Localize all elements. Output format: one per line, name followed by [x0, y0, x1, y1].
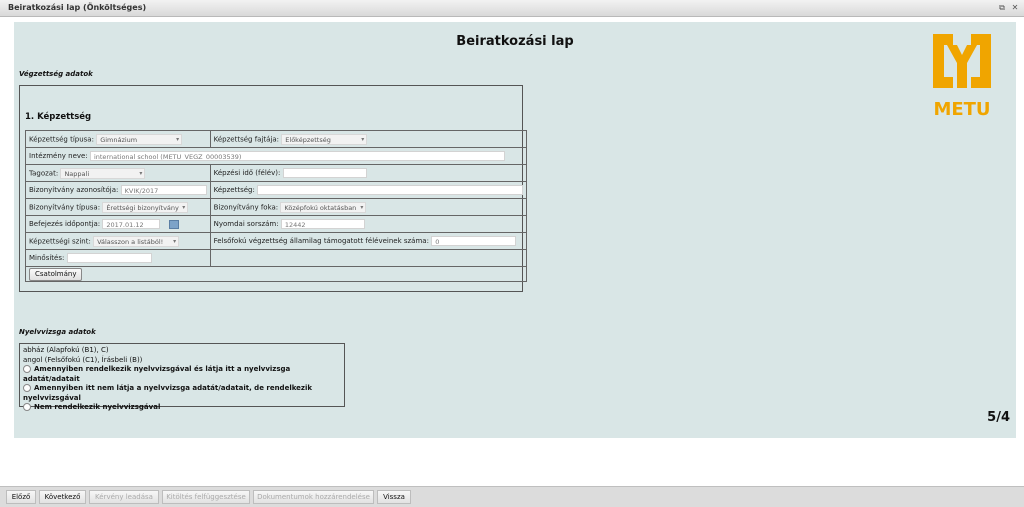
radio-button[interactable] [23, 384, 31, 392]
cert-type-select[interactable]: Érettségi bizonyítvány ▾ [102, 201, 189, 213]
semesters-field[interactable]: 0 [431, 236, 517, 246]
window-titlebar: Beiratkozási lap (Önköltséges) ⧉ ✕ [0, 0, 1024, 17]
duration-label: Képzési idő (félév): [213, 169, 281, 177]
language-section-title: Nyelvvizsga adatok [19, 328, 96, 336]
qual-type-select[interactable]: Gimnázium ▾ [96, 133, 183, 145]
restore-icon[interactable]: ⧉ [997, 3, 1007, 13]
language-option-none[interactable]: Nem rendelkezik nyelvvizsgával [23, 403, 341, 413]
back-button[interactable]: Vissza [377, 490, 411, 504]
table-row: Bizonyítvány típusa: Érettségi bizonyítv… [25, 198, 528, 216]
grade-field[interactable] [66, 253, 152, 263]
table-row: Intézmény neve: international school (ME… [24, 147, 528, 165]
table-row: Bizonyítvány azonosítója: KVIK/2017 Képz… [25, 181, 528, 199]
education-subtitle: 1. Képzettség [25, 112, 92, 122]
table-row: Minősítés: [25, 249, 528, 267]
submit-button[interactable]: Kérvény leadása [89, 490, 159, 504]
table-row: Képzettség típusa: Gimnázium ▾ Képzettség… [25, 130, 528, 148]
institution-label: Intézmény neve: [29, 152, 88, 160]
chevron-down-icon: ▾ [361, 135, 365, 143]
education-table: Képzettség típusa: Gimnázium ▾ Képzettség… [24, 130, 528, 282]
institution-field[interactable]: international school (METU_VEGZ_00003539… [89, 151, 505, 161]
close-icon[interactable]: ✕ [1010, 3, 1020, 13]
cert-type-label: Bizonyítvány típusa: [29, 203, 101, 211]
chevron-down-icon: ▾ [360, 203, 364, 211]
bottom-nav-bar: Előző Következő Kérvény leadása Kitöltés… [0, 486, 1024, 507]
attach-documents-button[interactable]: Dokumentumok hozzárendelése [253, 490, 374, 504]
qual-level-label: Képzettségi szint: [29, 237, 91, 245]
qualification-field[interactable] [257, 185, 524, 195]
qual-kind-label: Képzettség fajtája: [213, 135, 280, 143]
prev-button[interactable]: Előző [6, 490, 36, 504]
page-indicator: 5/4 [987, 410, 1010, 425]
chevron-down-icon: ▾ [139, 169, 143, 177]
cert-level-select[interactable]: Középfokú oktatásban ▾ [280, 201, 367, 213]
print-no-field[interactable]: 12442 [280, 219, 365, 229]
mode-label: Tagozat: [29, 169, 59, 177]
print-no-label: Nyomdai sorszám: [213, 220, 279, 228]
semesters-label: Felsőfokú végzettség államilag támogatot… [213, 237, 429, 245]
language-option-not-listed[interactable]: Amennyiben itt nem látja a nyelvvizsga a… [23, 384, 341, 403]
education-box: 1. Képzettség Képzettség típusa: Gimnázi… [19, 85, 528, 292]
radio-button[interactable] [23, 403, 31, 411]
attachment-button[interactable]: Csatolmány [29, 267, 83, 281]
chevron-down-icon: ▾ [176, 135, 180, 143]
education-section-title: Végzettség adatok [19, 70, 93, 78]
language-exam-item: angol (Felsőfokú (C1), Írásbeli (B)) [23, 355, 143, 364]
logo-text: METU [933, 99, 990, 120]
radio-button[interactable] [23, 365, 31, 373]
form-content: Beiratkozási lap METU Végzettség adatok … [14, 22, 1016, 438]
cert-id-label: Bizonyítvány azonosítója: [29, 186, 119, 194]
cert-id-field[interactable]: KVIK/2017 [120, 185, 207, 195]
qualification-label: Képzettség: [213, 186, 255, 194]
table-row: Képzettségi szint: Válasszon a listából!… [25, 232, 528, 250]
completion-label: Befejezés időpontja: [29, 220, 101, 228]
language-box: abház (Alapfokú (B1), C) angol (Felsőfok… [19, 343, 345, 411]
qual-level-select[interactable]: Válasszon a listából! ▾ [93, 235, 180, 247]
table-row: Befejezés időpontja: 2017.01.12 Nyomdai … [25, 215, 528, 233]
chevron-down-icon: ▾ [173, 237, 177, 245]
chevron-down-icon: ▾ [182, 203, 186, 211]
qual-kind-select[interactable]: Előképzettség ▾ [281, 133, 368, 145]
grade-label: Minősítés: [29, 254, 65, 262]
metu-logo: METU [933, 34, 991, 120]
mode-select[interactable]: Nappali ▾ [60, 167, 146, 179]
next-button[interactable]: Következő [39, 490, 86, 504]
page-title: Beiratkozási lap [456, 34, 574, 49]
calendar-icon[interactable] [168, 219, 179, 229]
language-option-has-listed[interactable]: Amennyiben rendelkezik nyelvvizsgával és… [23, 365, 341, 384]
duration-field[interactable] [282, 168, 367, 178]
completion-date-field[interactable]: 2017.01.12 [102, 219, 161, 229]
suspend-button[interactable]: Kitöltés felfüggesztése [162, 490, 250, 504]
table-row: Tagozat: Nappali ▾ Képzési idő (félév): [25, 164, 528, 182]
qual-type-label: Képzettség típusa: [29, 135, 94, 143]
window-title: Beiratkozási lap (Önköltséges) [8, 3, 147, 12]
cert-level-label: Bizonyítvány foka: [213, 203, 279, 211]
language-exam-item: abház (Alapfokú (B1), C) [23, 346, 109, 354]
table-row: Csatolmány [24, 266, 528, 282]
